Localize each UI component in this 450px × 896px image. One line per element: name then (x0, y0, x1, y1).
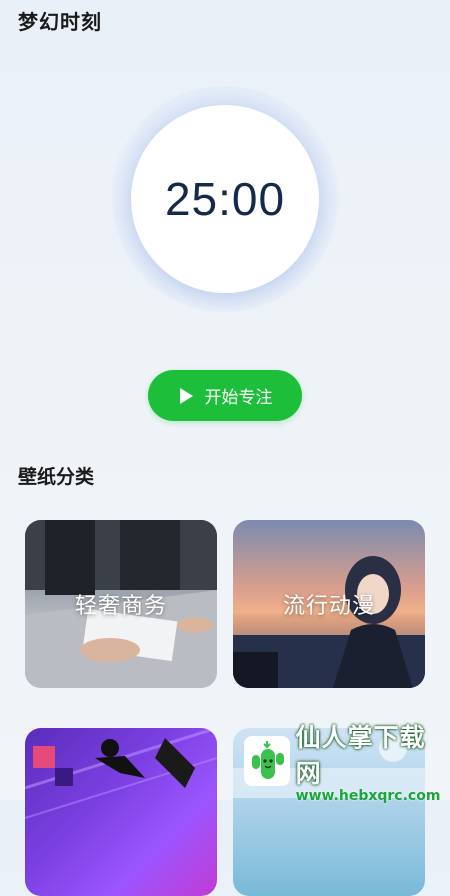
app-title: 梦幻时刻 (18, 10, 102, 34)
wallpaper-card-3[interactable] (25, 728, 217, 896)
wallpaper-section-title: 壁纸分类 (18, 466, 95, 488)
wallpaper-card-label: 流行动漫 (282, 594, 375, 619)
wallpaper-card-label: 轻奢商务 (74, 594, 167, 619)
start-focus-button[interactable]: 开始专注 (148, 370, 302, 421)
timer-display: 25:00 (164, 173, 286, 225)
cactus-logo-icon (244, 736, 290, 786)
purple-figure-image (25, 728, 217, 819)
watermark-url: www.hebxqrc.com (295, 788, 441, 804)
watermark-name: 仙人掌下载网 (295, 723, 426, 788)
site-watermark: 仙人掌下载网 www.hebxqrc.com (244, 723, 444, 804)
timer-circle[interactable]: 25:00 (131, 105, 319, 293)
start-focus-label: 开始专注 (204, 388, 273, 408)
wallpaper-card-business[interactable]: 轻奢商务 (25, 520, 217, 688)
wallpaper-card-anime[interactable]: 流行动漫 (233, 520, 425, 688)
play-icon (179, 387, 193, 404)
